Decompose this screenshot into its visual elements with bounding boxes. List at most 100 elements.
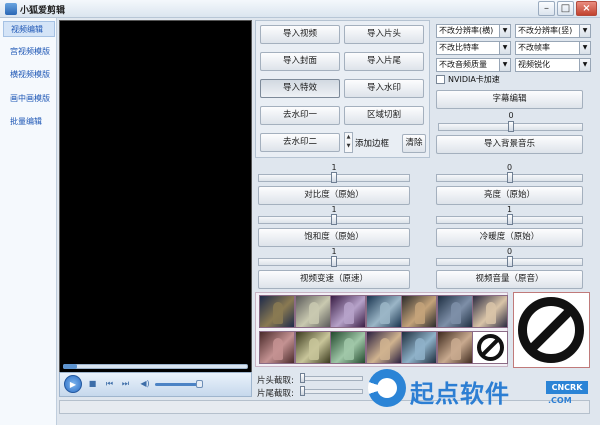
remove-watermark-2-button[interactable]: 去水印二 <box>260 133 340 152</box>
volume-icon[interactable]: ◀) <box>137 378 153 390</box>
import-head-button[interactable]: 导入片头 <box>344 25 424 44</box>
next-button[interactable]: ⏭ <box>120 378 131 390</box>
import-effect-button[interactable]: 导入特效 <box>260 79 340 98</box>
thumbnail-figure <box>344 338 354 360</box>
adjust-slider-knob[interactable] <box>506 214 513 225</box>
filter-thumbnail[interactable] <box>401 331 437 364</box>
volume-knob[interactable] <box>196 380 203 388</box>
filter-thumbnail[interactable] <box>259 331 295 364</box>
bgm-slider-knob[interactable] <box>508 121 514 132</box>
maximize-button[interactable]: □ <box>557 1 574 16</box>
filter-thumbnail[interactable] <box>436 331 473 364</box>
title-bar <box>0 0 600 18</box>
tail-trim-label: 片尾截取: <box>257 389 294 399</box>
prev-button[interactable]: ⏮ <box>104 378 115 390</box>
filter-thumbnail[interactable] <box>436 295 473 328</box>
bitrate-select[interactable]: 不改比特率 ▼ <box>436 41 511 55</box>
close-button[interactable]: × <box>576 1 597 16</box>
adjust-slider-knob[interactable] <box>331 214 337 225</box>
resolution-vertical-value: 不改分辨率(竖) <box>518 26 573 35</box>
region-cut-button[interactable]: 区域切割 <box>344 106 424 125</box>
chevron-down-icon: ▼ <box>499 42 510 54</box>
slider-value: 1 <box>331 205 337 214</box>
seek-bar[interactable] <box>63 364 248 369</box>
slider-value: 1 <box>331 247 337 256</box>
video-preview[interactable] <box>59 20 252 373</box>
clear-button[interactable]: 清除 <box>402 134 426 153</box>
framerate-value: 不改帧率 <box>518 43 550 52</box>
resolution-horizontal-select[interactable]: 不改分辨率(横) ▼ <box>436 24 511 38</box>
border-spinner[interactable]: ▲ ▼ <box>344 132 353 153</box>
adjust-slider-knob[interactable] <box>331 256 337 267</box>
filter-thumbnail[interactable] <box>365 331 402 364</box>
bitrate-value: 不改比特率 <box>439 43 479 52</box>
add-border-label: 添加边框 <box>355 139 390 149</box>
head-trim-slider[interactable] <box>303 376 363 381</box>
filter-thumbnail[interactable] <box>259 295 295 328</box>
filter-thumbnail[interactable] <box>365 295 402 328</box>
adjust-reset-button[interactable]: 视频变速（原速） <box>258 270 410 289</box>
thumbnail-figure <box>450 302 461 324</box>
subtitle-edit-button[interactable]: 字幕编辑 <box>436 90 583 109</box>
filter-thumbnail[interactable] <box>294 331 331 364</box>
sharpen-select[interactable]: 视频锐化 ▼ <box>515 58 591 72</box>
chevron-down-icon: ▼ <box>579 25 590 37</box>
tail-trim-knob[interactable] <box>300 386 305 396</box>
head-trim-knob[interactable] <box>300 373 305 383</box>
sharpen-value: 视频锐化 <box>518 60 550 69</box>
thumbnail-figure <box>308 338 319 360</box>
minimize-button[interactable]: – <box>538 1 555 16</box>
thumbnail-figure <box>415 338 425 360</box>
filter-thumbnail[interactable] <box>472 295 508 328</box>
window-title: 小狐爱剪辑 <box>20 6 66 16</box>
adjust-reset-button[interactable]: 冷暖度（原始） <box>436 228 583 247</box>
volume-slider[interactable] <box>155 383 200 386</box>
filter-thumbnail[interactable] <box>294 295 331 328</box>
adjust-slider-knob[interactable] <box>506 256 513 267</box>
head-trim-label: 片头截取: <box>257 376 294 386</box>
sidebar-item-batch-edit[interactable]: 批量编辑 <box>3 114 55 130</box>
framerate-select[interactable]: 不改帧率 ▼ <box>515 41 591 55</box>
nvidia-label: NVIDIA卡加速 <box>448 75 500 84</box>
import-tail-button[interactable]: 导入片尾 <box>344 52 424 71</box>
slider-value: 1 <box>506 205 513 214</box>
watermark-logo-hole <box>377 378 397 398</box>
slider-value: 1 <box>331 163 337 172</box>
filter-thumbnail[interactable] <box>330 295 366 328</box>
chevron-down-icon: ▼ <box>579 42 590 54</box>
play-button[interactable]: ▶ <box>64 375 82 393</box>
sidebar-item-landscape-template[interactable]: 横视频模版 <box>3 67 55 83</box>
import-cover-button[interactable]: 导入封面 <box>260 52 340 71</box>
remove-watermark-1-button[interactable]: 去水印一 <box>260 106 340 125</box>
app-icon <box>5 3 17 15</box>
thumbnail-figure <box>415 302 425 324</box>
adjust-reset-button[interactable]: 视频音量（原音） <box>436 270 583 289</box>
stop-button[interactable]: ■ <box>87 378 98 390</box>
thumbnail-figure <box>308 302 319 324</box>
import-video-button[interactable]: 导入视频 <box>260 25 340 44</box>
tail-trim-slider[interactable] <box>303 389 363 394</box>
slider-value: 0 <box>506 163 513 172</box>
sidebar-item-video-edit[interactable]: 视频编辑 <box>3 21 55 37</box>
adjust-slider-knob[interactable] <box>331 172 337 183</box>
filter-thumbnail[interactable] <box>330 331 366 364</box>
filter-thumbnail[interactable] <box>401 295 437 328</box>
adjust-reset-button[interactable]: 亮度（原始） <box>436 186 583 205</box>
import-watermark-button[interactable]: 导入水印 <box>344 79 424 98</box>
audio-quality-select[interactable]: 不改音频质量 ▼ <box>436 58 511 72</box>
resolution-vertical-select[interactable]: 不改分辨率(竖) ▼ <box>515 24 591 38</box>
thumbnail-figure <box>379 302 390 324</box>
sidebar-item-pip-template[interactable]: 画中画模版 <box>3 91 55 107</box>
sidebar-item-grid-template[interactable]: 宫视频模版 <box>3 44 55 60</box>
adjust-slider-knob[interactable] <box>506 172 513 183</box>
slider-value: 0 <box>506 247 513 256</box>
chevron-down-icon: ▼ <box>579 59 590 71</box>
import-bgm-button[interactable]: 导入背景音乐 <box>436 135 583 154</box>
resolution-horizontal-value: 不改分辨率(横) <box>439 26 494 35</box>
watermark-url: .COM <box>548 396 572 405</box>
adjust-reset-button[interactable]: 对比度（原始） <box>258 186 410 205</box>
thumbnail-figure <box>344 302 354 324</box>
filter-none-thumbnail[interactable] <box>472 331 508 364</box>
adjust-reset-button[interactable]: 饱和度（原始） <box>258 228 410 247</box>
nvidia-checkbox[interactable] <box>436 75 445 84</box>
